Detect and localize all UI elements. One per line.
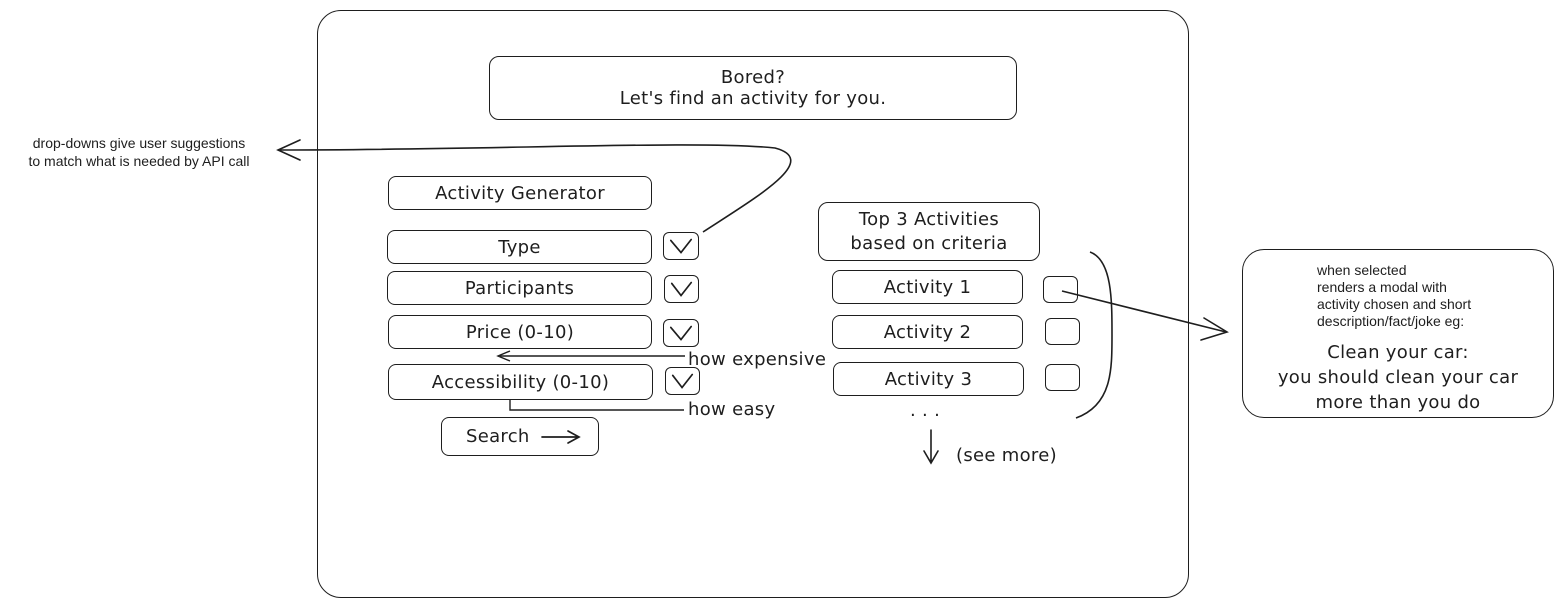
generator-title-text: Activity Generator bbox=[435, 182, 605, 204]
modal-example-line1: Clean your car: bbox=[1327, 342, 1469, 363]
dropdown-annotation-line1: drop-downs give user suggestions bbox=[32, 135, 246, 151]
participants-dropdown-toggle[interactable] bbox=[664, 275, 699, 303]
generator-title: Activity Generator bbox=[388, 176, 652, 210]
participants-label: Participants bbox=[464, 277, 575, 299]
chevron-down-icon bbox=[670, 281, 693, 297]
modal-note-line4: description/fact/joke eg: bbox=[1317, 313, 1465, 329]
modal-note-line3: activity chosen and short bbox=[1317, 296, 1472, 312]
type-label: Type bbox=[498, 236, 541, 258]
chevron-down-icon bbox=[671, 373, 694, 389]
header-title: Bored? bbox=[720, 67, 786, 88]
modal-note-box: when selected renders a modal with activ… bbox=[1242, 249, 1554, 418]
price-label: Price (0-10) bbox=[465, 321, 575, 343]
participants-select[interactable]: Participants bbox=[387, 271, 652, 305]
page-header: Bored? Let's find an activity for you. bbox=[489, 56, 1017, 120]
modal-note-line1: when selected bbox=[1317, 262, 1407, 278]
modal-note-text: when selected renders a modal with activ… bbox=[1317, 262, 1471, 330]
type-dropdown-toggle[interactable] bbox=[663, 232, 699, 260]
accessibility-select[interactable]: Accessibility (0-10) bbox=[388, 364, 653, 400]
activity-item[interactable]: Activity 2 bbox=[832, 315, 1023, 349]
activity-item[interactable]: Activity 1 bbox=[832, 270, 1023, 304]
activity-item[interactable]: Activity 3 bbox=[833, 362, 1024, 396]
see-more-link[interactable]: (see more) bbox=[956, 445, 1057, 466]
chevron-down-icon bbox=[669, 325, 693, 341]
results-ellipsis: . . . bbox=[910, 400, 941, 421]
price-note: how expensive bbox=[688, 349, 827, 370]
activity-label: Activity 3 bbox=[884, 368, 973, 390]
accessibility-dropdown-toggle[interactable] bbox=[665, 367, 700, 395]
dropdown-annotation: drop-downs give user suggestions to matc… bbox=[8, 134, 270, 170]
activity-label: Activity 2 bbox=[883, 321, 972, 343]
header-subtitle: Let's find an activity for you. bbox=[619, 88, 887, 109]
accessibility-note: how easy bbox=[688, 399, 776, 420]
dropdown-annotation-line2: to match what is needed by API call bbox=[28, 153, 250, 169]
chevron-down-icon bbox=[669, 238, 693, 254]
type-select[interactable]: Type bbox=[387, 230, 652, 264]
activity-label: Activity 1 bbox=[883, 276, 972, 298]
modal-example-line3: more than you do bbox=[1315, 392, 1481, 413]
modal-example-line2: you should clean your car bbox=[1277, 367, 1519, 388]
modal-note-line2: renders a modal with bbox=[1317, 279, 1447, 295]
results-title-line2: based on criteria bbox=[850, 232, 1008, 254]
arrow-right-icon bbox=[540, 429, 581, 444]
results-title: Top 3 Activities based on criteria bbox=[818, 202, 1040, 261]
checkbox-icon[interactable] bbox=[1043, 276, 1078, 303]
search-button[interactable]: Search bbox=[441, 417, 599, 456]
results-title-line1: Top 3 Activities bbox=[858, 208, 1000, 230]
search-label: Search bbox=[466, 426, 530, 447]
checkbox-icon[interactable] bbox=[1045, 318, 1080, 345]
checkbox-icon[interactable] bbox=[1045, 364, 1080, 391]
price-select[interactable]: Price (0-10) bbox=[388, 315, 652, 349]
accessibility-label: Accessibility (0-10) bbox=[431, 371, 610, 393]
modal-example: Clean your car: you should clean your ca… bbox=[1243, 340, 1553, 415]
price-dropdown-toggle[interactable] bbox=[663, 319, 699, 347]
